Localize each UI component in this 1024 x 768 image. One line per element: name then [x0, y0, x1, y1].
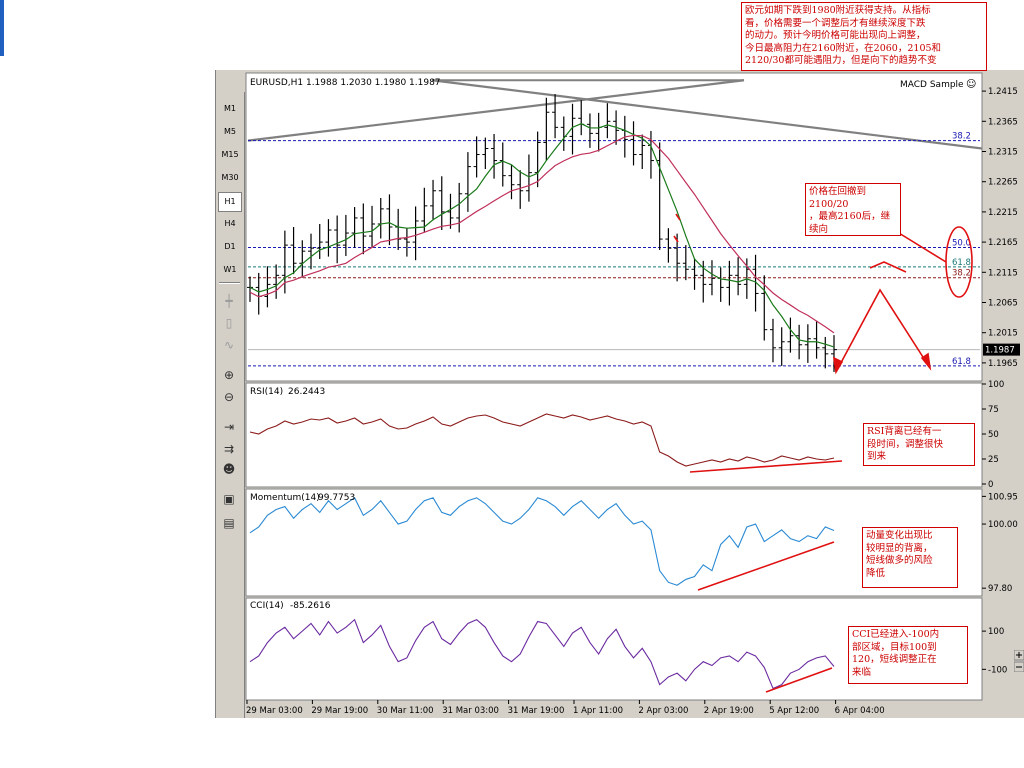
indicator-caption: MACD Sample	[900, 80, 964, 90]
note-rsi: RSI背离已经有一 段时间，调整很快 到来	[863, 423, 975, 466]
momentum-value: 99.7753	[318, 493, 355, 503]
rsi-tick-label: 0	[988, 480, 993, 490]
price-tick-label: 1.1965	[988, 359, 1018, 369]
rsi-tick-label: 100	[988, 380, 1004, 390]
note-cci: CCI已经进入-100内 部区域，目标100到 120，短线调整正在 来临	[848, 626, 968, 684]
price-tick-label: 1.2065	[988, 299, 1018, 309]
time-tick-label: 30 Mar 11:00	[377, 706, 434, 716]
price-tick-label: 1.2215	[988, 208, 1018, 218]
fib-level-label: 50.0	[952, 239, 971, 249]
price-tick-label: 1.2115	[988, 268, 1018, 278]
note-main: 价格在回撤到2100/20 ，最高2160后，继续向 下运行，目标1860	[805, 183, 901, 236]
price-tick-label: 1.2315	[988, 148, 1018, 158]
time-tick-label: 31 Mar 03:00	[442, 706, 499, 716]
symbol-caption: EURUSD,H1 1.1988 1.2030 1.1980 1.1987	[250, 78, 441, 88]
fib-level-label: 61.8	[952, 258, 971, 268]
price-tick-label: 1.2365	[988, 117, 1018, 127]
price-tick-label: 1.2015	[988, 329, 1018, 339]
time-tick-label: 1 Apr 11:00	[573, 706, 623, 716]
note-top: 欧元如期下跌到1980附近获得支持。从指标 看，价格需要一个调整后才有继续深度下…	[741, 2, 987, 71]
time-tick-label: 2 Apr 03:00	[638, 706, 688, 716]
momentum-tick-label: 97.80	[988, 584, 1012, 594]
price-tick-label: 1.2415	[988, 87, 1018, 97]
time-tick-label: 29 Mar 03:00	[246, 706, 303, 716]
time-tick-label: 6 Apr 04:00	[835, 706, 885, 716]
rsi-tick-label: 50	[988, 430, 999, 440]
fib-level-label: 61.8	[952, 357, 971, 367]
fib-level-label: 38.2	[952, 269, 971, 279]
price-tick-label: 1.2265	[988, 178, 1018, 188]
momentum-title: Momentum(14)	[250, 493, 320, 503]
price-tick-label: 1.2165	[988, 238, 1018, 248]
rsi-title: RSI(14)	[250, 387, 283, 397]
cci-tick-label: -100	[988, 665, 1007, 675]
rsi-value: 26.2443	[288, 387, 325, 397]
rsi-tick-label: 25	[988, 455, 999, 465]
time-tick-label: 31 Mar 19:00	[508, 706, 565, 716]
current-price-label: 1.1987	[985, 346, 1015, 356]
fib-level-label: 38.2	[952, 132, 971, 142]
scroll-grip-icon[interactable]	[1014, 650, 1024, 672]
note-momentum: 动量变化出现比 较明显的背离， 短线做多的风险 降低	[862, 527, 958, 588]
cci-title: CCI(14)	[250, 601, 284, 611]
time-tick-label: 5 Apr 12:00	[769, 706, 819, 716]
smiley-icon: ☺	[966, 79, 976, 90]
cci-value: -85.2616	[290, 601, 331, 611]
momentum-tick-label: 100.00	[988, 520, 1018, 530]
time-tick-label: 29 Mar 19:00	[311, 706, 368, 716]
rsi-tick-label: 75	[988, 405, 999, 415]
cci-tick-label: 100	[988, 627, 1004, 637]
time-tick-label: 2 Apr 19:00	[704, 706, 754, 716]
momentum-tick-label: 100.95	[988, 492, 1018, 502]
